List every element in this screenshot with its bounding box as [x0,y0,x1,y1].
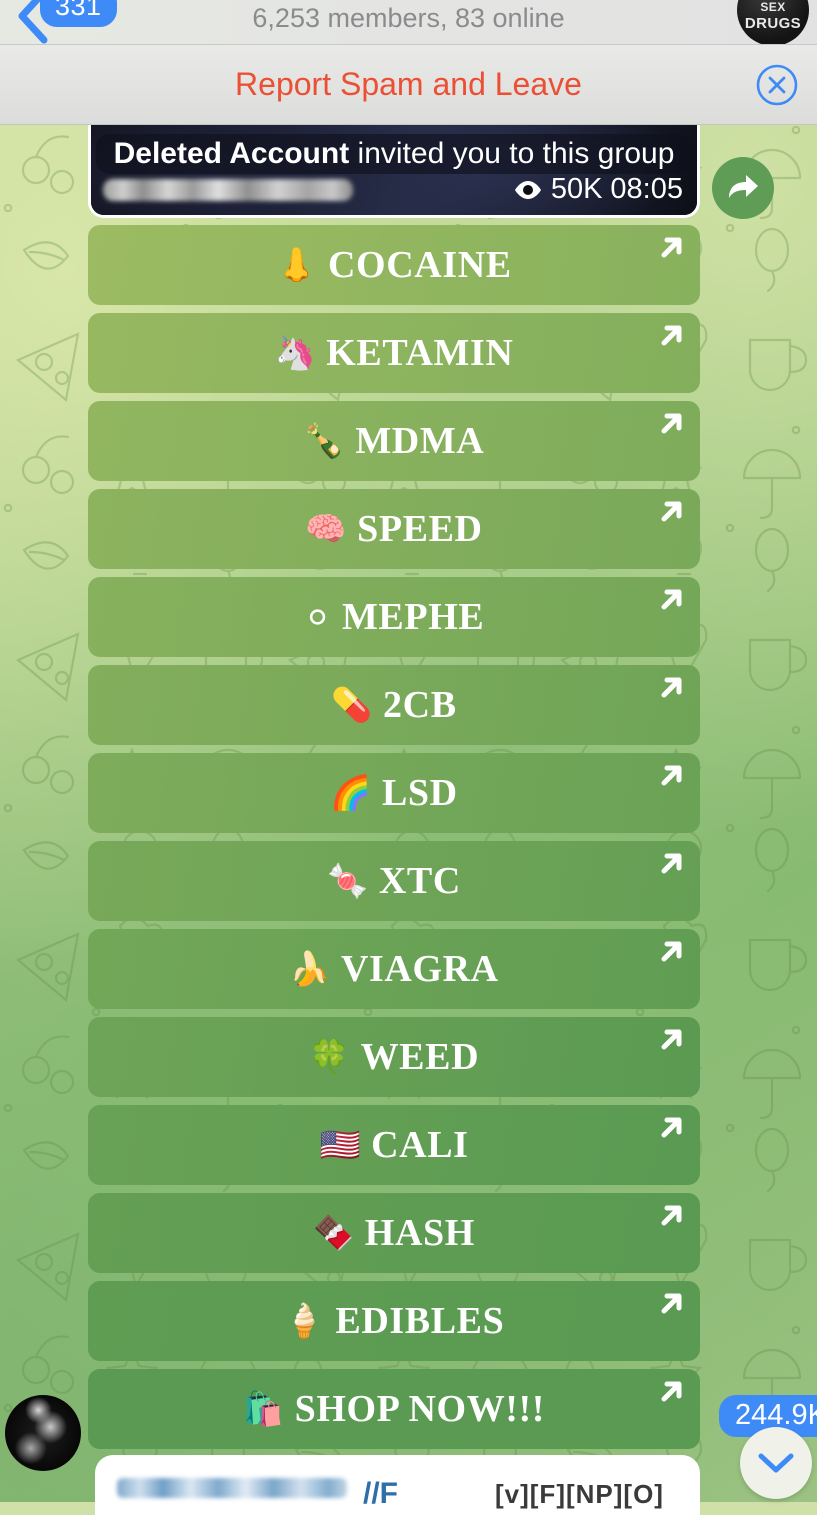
keyboard-button-mephe[interactable]: ⚪ MEPHE [88,577,700,657]
forward-message-button[interactable] [712,157,774,219]
keyboard-button-hash[interactable]: 🍫HASH [88,1193,700,1273]
keyboard-button-emoji: 💊 [331,685,373,725]
keyboard-button-emoji: 🍫 [313,1213,355,1253]
keyboard-button-label: HASH [365,1211,475,1255]
keyboard-button-label: MDMA [355,419,484,463]
chat-avatar[interactable]: SEX DRUGS [737,0,809,45]
avatar-line-2: DRUGS [745,15,801,32]
invite-notice-text: invited you to this group [349,137,674,170]
keyboard-button-emoji: 🛍️ [243,1389,285,1429]
external-link-arrow-icon [654,1287,688,1328]
keyboard-button-label: XTC [379,859,461,903]
keyboard-button-label: MEPHE [342,595,484,639]
keyboard-button-label: 2CB [383,683,457,727]
avatar-line-1: SEX [760,1,785,15]
keyboard-button-emoji: 🦄 [275,333,317,373]
keyboard-button-emoji: 👃 [276,245,318,285]
keyboard-button-mdma[interactable]: 🍾MDMA [88,401,700,481]
external-link-arrow-icon [654,671,688,712]
keyboard-button-emoji: 🍌 [289,949,331,989]
external-link-arrow-icon [654,935,688,976]
chat-navbar: 331 6,253 members, 83 online SEX DRUGS [0,0,817,45]
keyboard-button-cali[interactable]: 🇺🇸CALI [88,1105,700,1185]
keyboard-button-emoji: 🍾 [304,421,346,461]
keyboard-button-label: CALI [371,1123,468,1167]
keyboard-button-ketamin[interactable]: 🦄KETAMIN [88,313,700,393]
external-link-arrow-icon [654,231,688,272]
view-count: 50K [551,173,603,206]
keyboard-button-lsd[interactable]: 🌈LSD [88,753,700,833]
sender-avatar[interactable] [5,1395,81,1471]
close-circle-icon[interactable] [755,63,799,107]
keyboard-button-label: VIAGRA [341,947,499,991]
keyboard-button-edibles[interactable]: 🍦EDIBLES [88,1281,700,1361]
external-link-arrow-icon [654,583,688,624]
keyboard-button-emoji: 🍦 [284,1301,326,1341]
external-link-arrow-icon [654,1111,688,1152]
bubble-brackets-text: [v][F][NP][O][P] [495,1479,700,1515]
forward-arrow-icon [725,172,761,204]
message-time: 08:05 [610,173,683,206]
external-link-arrow-icon [654,1023,688,1064]
external-link-arrow-icon [654,1199,688,1240]
blurred-caption [103,179,353,201]
keyboard-button-label: EDIBLES [335,1299,504,1343]
keyboard-button-emoji: 🇺🇸 [319,1125,361,1165]
bubble-slashes-text: //F [363,1477,398,1511]
external-link-arrow-icon [654,319,688,360]
invite-notice: Deleted Account invited you to this grou… [96,134,693,174]
keyboard-button-emoji: 🍀 [309,1037,351,1077]
keyboard-button-shop-now[interactable]: 🛍️SHOP NOW!!! [88,1369,700,1449]
blurred-link-text [117,1478,347,1498]
keyboard-button-label: WEED [361,1035,480,1079]
keyboard-button-cocaine[interactable]: 👃COCAINE [88,225,700,305]
video-message-bubble[interactable]: Deleted Account invited you to this grou… [88,125,700,218]
keyboard-button-weed[interactable]: 🍀WEED [88,1017,700,1097]
scroll-to-bottom-button[interactable] [740,1427,812,1499]
keyboard-button-emoji: 🌈 [330,773,372,813]
report-spam-bar: Report Spam and Leave [0,45,817,125]
external-link-arrow-icon [654,759,688,800]
report-spam-and-leave-button[interactable]: Report Spam and Leave [235,66,582,103]
external-link-arrow-icon [654,1375,688,1416]
keyboard-button-2cb[interactable]: 💊2CB [88,665,700,745]
keyboard-button-emoji: 🧠 [305,509,347,549]
inline-keyboard[interactable]: 👃COCAINE🦄KETAMIN🍾MDMA🧠SPEED⚪MEPHE💊2CB🌈LS… [88,225,700,1457]
external-link-arrow-icon [654,495,688,536]
keyboard-button-label: KETAMIN [326,331,513,375]
chat-subtitle: 6,253 members, 83 online [0,3,817,34]
keyboard-button-emoji: ⚪ [304,598,332,637]
keyboard-button-speed[interactable]: 🧠SPEED [88,489,700,569]
next-message-bubble[interactable]: //F [v][F][NP][O][P] [95,1455,700,1515]
external-link-arrow-icon [654,407,688,448]
keyboard-button-emoji: 🍬 [327,861,369,901]
external-link-arrow-icon [654,847,688,888]
eye-icon [513,179,543,201]
keyboard-button-label: LSD [382,771,458,815]
invite-sender-name: Deleted Account [114,137,350,170]
keyboard-button-viagra[interactable]: 🍌VIAGRA [88,929,700,1009]
message-stats: 50K 08:05 [513,173,683,206]
keyboard-button-xtc[interactable]: 🍬XTC [88,841,700,921]
chevron-down-icon [756,1450,796,1476]
keyboard-button-label: SPEED [357,507,482,551]
message-list[interactable]: Deleted Account invited you to this grou… [0,125,817,1502]
keyboard-button-label: SHOP NOW!!! [295,1387,545,1431]
keyboard-button-label: COCAINE [328,243,512,287]
